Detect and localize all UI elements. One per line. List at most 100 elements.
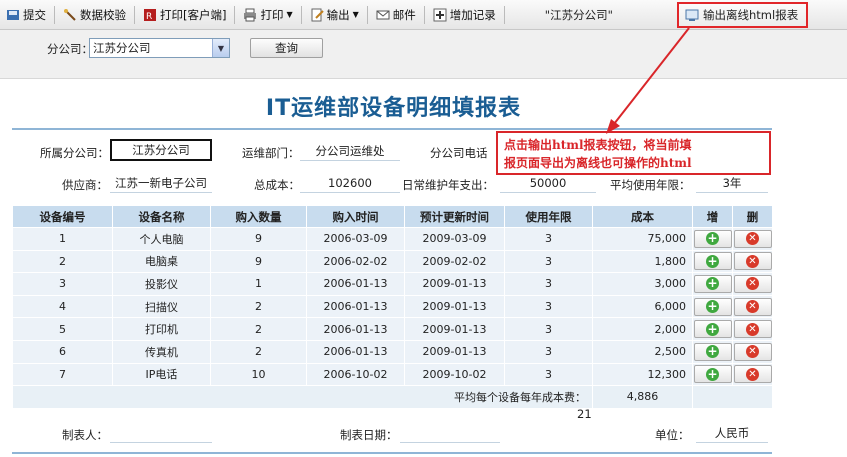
table-cell[interactable]: 3 <box>504 362 593 387</box>
table-cell[interactable]: 3 <box>504 339 593 364</box>
table-cell[interactable]: 2006-01-13 <box>306 317 405 341</box>
table-cell[interactable]: 6 <box>12 339 113 364</box>
table-cell[interactable]: 电脑桌 <box>112 249 211 274</box>
table-cell[interactable]: 2,000 <box>592 317 693 341</box>
chevron-down-icon[interactable]: ▼ <box>212 39 229 57</box>
table-cell[interactable]: 3,000 <box>592 272 693 296</box>
table-cell[interactable]: 3 <box>504 294 593 319</box>
table-cell[interactable]: 3 <box>504 317 593 341</box>
add-row-button[interactable]: + <box>693 365 732 384</box>
table-cell[interactable]: 2 <box>210 317 307 341</box>
table-cell[interactable]: IP电话 <box>112 362 211 387</box>
unit-input[interactable]: 人民币 <box>696 425 768 443</box>
filter-bar: 分公司： 江苏分公司 ▼ 查询 <box>0 30 847 79</box>
table-cell[interactable]: 2009-02-02 <box>404 249 505 274</box>
table-cell[interactable]: 3 <box>504 272 593 296</box>
table-cell[interactable]: 75,000 <box>592 227 693 251</box>
delete-cell: ✕ <box>732 249 773 274</box>
table-cell[interactable]: 2006-10-02 <box>306 362 405 387</box>
query-button[interactable]: 查询 <box>250 38 323 58</box>
total-cost-input[interactable]: 102600 <box>300 175 400 193</box>
table-cell[interactable]: 7 <box>12 362 113 387</box>
delete-row-button[interactable]: ✕ <box>733 297 772 316</box>
table-cell[interactable]: 3 <box>12 272 113 296</box>
table-cell[interactable]: 2,500 <box>592 339 693 364</box>
table-cell[interactable]: 1,800 <box>592 249 693 274</box>
delete-cell: ✕ <box>732 362 773 387</box>
supplier-field-label: 供应商： <box>62 178 108 192</box>
col-header: 增 <box>692 205 733 228</box>
add-record-button[interactable]: 增加记录 <box>427 3 502 27</box>
table-cell[interactable]: 2006-03-09 <box>306 227 405 251</box>
maintenance-input[interactable]: 50000 <box>500 175 596 193</box>
table-cell[interactable]: 1 <box>210 272 307 296</box>
company-select[interactable]: 江苏分公司 ▼ <box>89 38 230 58</box>
table-cell[interactable]: 2009-01-13 <box>404 294 505 319</box>
table-cell[interactable]: 9 <box>210 227 307 251</box>
col-header: 设备名称 <box>112 205 211 228</box>
export-html-button[interactable]: 输出离线html报表 <box>677 2 808 28</box>
dept-field-input[interactable]: 分公司运维处 <box>300 143 400 161</box>
table-cell[interactable]: 2 <box>210 294 307 319</box>
table-body: 1 个人电脑 9 2006-03-09 2009-03-09 3 75,000 + ✕ 2 电脑桌 9… <box>12 227 773 387</box>
pdf-print-icon: R <box>143 8 157 22</box>
table-cell[interactable]: 1 <box>12 227 113 251</box>
table-cell[interactable]: 6,000 <box>592 294 693 319</box>
table-cell[interactable]: 2006-01-13 <box>306 294 405 319</box>
delete-row-button[interactable]: ✕ <box>733 229 772 248</box>
avg-years-input[interactable]: 3年 <box>696 175 768 193</box>
delete-row-button[interactable]: ✕ <box>733 365 772 384</box>
table-cell[interactable]: 传真机 <box>112 339 211 364</box>
date-label: 制表日期： <box>340 428 398 442</box>
table-row: 2 电脑桌 9 2006-02-02 2009-02-02 3 1,800 + ✕ <box>12 249 773 274</box>
add-row-button[interactable]: + <box>693 320 732 339</box>
submit-button[interactable]: 提交 <box>0 3 52 27</box>
table-cell[interactable]: 2 <box>210 339 307 364</box>
table-cell[interactable]: 12,300 <box>592 362 693 387</box>
table-cell[interactable]: 9 <box>210 249 307 274</box>
print-client-button[interactable]: R 打印[客户端] <box>137 3 232 27</box>
table-cell[interactable]: 4 <box>12 294 113 319</box>
table-cell[interactable]: 2006-01-13 <box>306 339 405 364</box>
delete-row-button[interactable]: ✕ <box>733 274 772 293</box>
add-row-button[interactable]: + <box>693 274 732 293</box>
table-cell[interactable]: 2 <box>12 249 113 274</box>
add-row-button[interactable]: + <box>693 297 732 316</box>
summary-value: 4,886 <box>592 385 693 409</box>
table-cell[interactable]: 扫描仪 <box>112 294 211 319</box>
delete-row-button[interactable]: ✕ <box>733 342 772 361</box>
add-row-button[interactable]: + <box>693 342 732 361</box>
output-button[interactable]: 输出 ▼ <box>304 3 365 27</box>
table-cell[interactable]: 2009-01-13 <box>404 272 505 296</box>
delete-row-button[interactable]: ✕ <box>733 252 772 271</box>
add-cell: + <box>692 227 733 251</box>
add-row-button[interactable]: + <box>693 229 732 248</box>
company-select-value: 江苏分公司 <box>93 41 151 55</box>
table-cell[interactable]: 10 <box>210 362 307 387</box>
table-cell[interactable]: 2006-01-13 <box>306 272 405 296</box>
table-cell[interactable]: 3 <box>504 227 593 251</box>
table-cell[interactable]: 投影仪 <box>112 272 211 296</box>
validate-button[interactable]: 数据校验 <box>57 3 132 27</box>
maker-input[interactable] <box>110 425 212 443</box>
table-cell[interactable]: 2009-03-09 <box>404 227 505 251</box>
table-cell[interactable]: 2009-01-13 <box>404 339 505 364</box>
mail-button[interactable]: 邮件 <box>370 3 422 27</box>
company-field-input[interactable]: 江苏分公司 <box>110 139 212 161</box>
print-button[interactable]: 打印 ▼ <box>237 3 298 27</box>
table-cell[interactable]: 3 <box>504 249 593 274</box>
delete-row-button[interactable]: ✕ <box>733 320 772 339</box>
printer-icon <box>243 8 257 22</box>
col-header: 购入时间 <box>306 205 405 228</box>
table-cell[interactable]: 2006-02-02 <box>306 249 405 274</box>
table-cell[interactable]: 2009-10-02 <box>404 362 505 387</box>
add-row-button[interactable]: + <box>693 252 732 271</box>
table-cell[interactable]: 打印机 <box>112 317 211 341</box>
table-cell[interactable]: 2009-01-13 <box>404 317 505 341</box>
supplier-field-input[interactable]: 江苏一新电子公司 <box>110 175 212 193</box>
date-input[interactable] <box>400 425 500 443</box>
table-cell[interactable]: 个人电脑 <box>112 227 211 251</box>
table-cell[interactable]: 5 <box>12 317 113 341</box>
close-icon: ✕ <box>746 322 759 336</box>
summary-empty <box>692 385 773 409</box>
